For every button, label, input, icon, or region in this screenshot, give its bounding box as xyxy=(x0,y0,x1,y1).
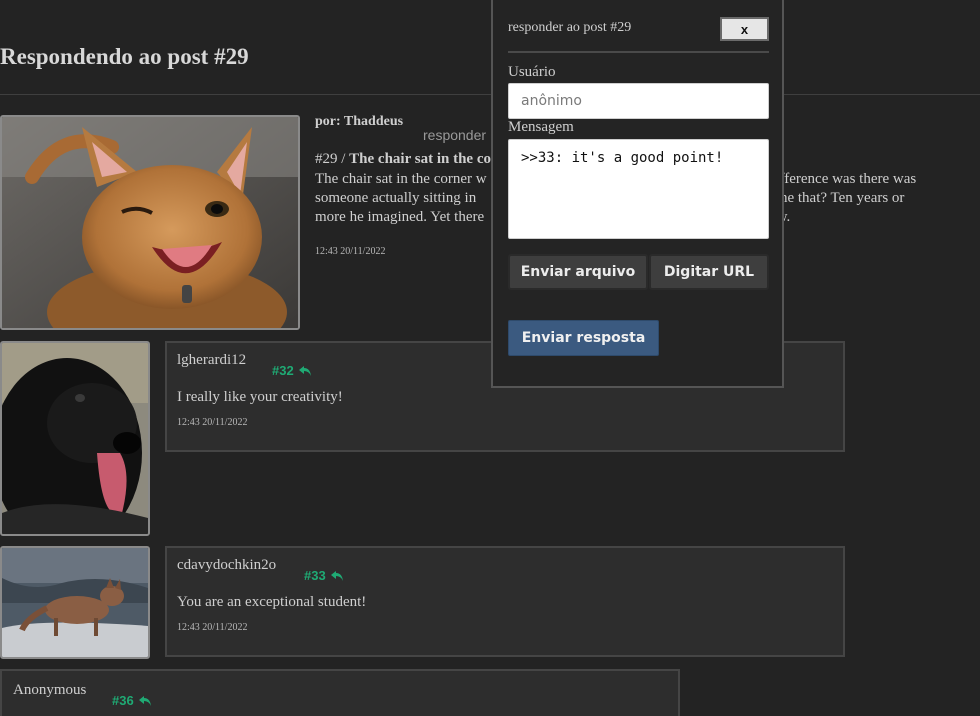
reply-arrow-icon[interactable] xyxy=(298,365,312,377)
reply-author: Anonymous xyxy=(13,682,87,698)
reply-message: You are an exceptional student! xyxy=(177,594,367,610)
reply-author: lgherardi12 xyxy=(177,352,247,368)
reply-arrow-icon[interactable] xyxy=(330,570,344,582)
reply-thumb-coyote[interactable] xyxy=(0,546,150,659)
op-reply-link[interactable]: responder xyxy=(423,127,486,143)
op-subject-line: #29 / The chair sat in the co xyxy=(315,151,491,168)
reply-author: cdavydochkin2o xyxy=(177,557,277,573)
user-label: Usuário xyxy=(508,64,556,80)
reply-number-label[interactable]: #36 xyxy=(112,693,134,708)
op-number[interactable]: #29 / xyxy=(315,151,345,167)
reply-number[interactable]: #36 xyxy=(112,693,152,708)
reply-timestamp: 12:43 20/11/2022 xyxy=(177,417,248,428)
reply-number[interactable]: #33 xyxy=(304,568,344,583)
op-subject: The chair sat in the co xyxy=(349,151,491,167)
reply-number-label[interactable]: #33 xyxy=(304,568,326,583)
message-label: Mensagem xyxy=(508,119,574,135)
reply-modal: responder ao post #29 x Usuário Mensagem… xyxy=(491,0,784,388)
enter-url-button[interactable]: Digitar URL xyxy=(649,254,769,290)
divider xyxy=(0,94,980,95)
page-title: Respondendo ao post #29 xyxy=(0,44,249,69)
op-timestamp: 12:43 20/11/2022 xyxy=(315,246,386,257)
message-textarea[interactable]: >>33: it's a good point! xyxy=(508,139,769,239)
upload-file-button[interactable]: Enviar arquivo xyxy=(508,254,648,290)
reply-thumb-dog[interactable] xyxy=(0,341,150,536)
op-author: por: Thaddeus xyxy=(315,114,404,129)
op-image-cat[interactable] xyxy=(0,115,300,330)
reply-box: Anonymous #36 xyxy=(0,669,680,716)
reply-number-label[interactable]: #32 xyxy=(272,363,294,378)
reply-timestamp: 12:43 20/11/2022 xyxy=(177,622,248,633)
user-input[interactable] xyxy=(508,83,769,119)
reply-number[interactable]: #32 xyxy=(272,363,312,378)
modal-title: responder ao post #29 xyxy=(508,20,632,35)
modal-divider xyxy=(508,51,769,53)
reply-arrow-icon[interactable] xyxy=(138,695,152,707)
reply-box: cdavydochkin2o #33 You are an exceptiona… xyxy=(165,546,845,657)
send-reply-button[interactable]: Enviar resposta xyxy=(508,320,659,356)
close-button[interactable]: x xyxy=(720,17,769,41)
reply-message: I really like your creativity! xyxy=(177,389,343,405)
